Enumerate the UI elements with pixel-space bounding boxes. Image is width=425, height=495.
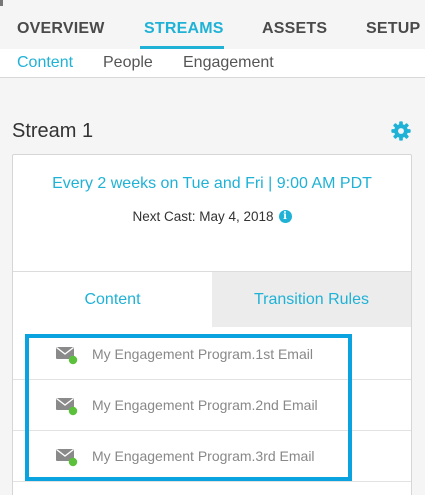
window-top-strip — [0, 0, 425, 8]
tab-assets[interactable]: ASSETS — [262, 20, 327, 38]
gear-icon[interactable] — [390, 120, 412, 142]
highlight-annotation-box — [25, 334, 352, 481]
subtab-content[interactable]: Content — [17, 54, 73, 72]
tab-streams[interactable]: STREAMS — [144, 20, 224, 38]
subtab-people[interactable]: People — [103, 54, 153, 72]
card-tab-content[interactable]: Content — [13, 272, 212, 327]
sub-tab-bar: Content People Engagement — [0, 49, 425, 78]
card-tab-transition-rules-label: Transition Rules — [253, 290, 369, 308]
scroll-edge-marker — [0, 0, 3, 6]
next-cast-date: May 4, 2018 — [199, 209, 274, 224]
stream-schedule[interactable]: Every 2 weeks on Tue and Fri | 9:00 AM P… — [13, 175, 411, 193]
card-tab-bar: Content Transition Rules — [13, 271, 411, 327]
next-cast: Next Cast: May 4, 2018 i — [13, 209, 411, 224]
subtab-engagement[interactable]: Engagement — [183, 54, 274, 72]
tab-overview[interactable]: OVERVIEW — [17, 20, 105, 38]
card-tab-transition-rules[interactable]: Transition Rules — [212, 272, 411, 327]
card-tab-content-label: Content — [84, 290, 141, 308]
tab-setup[interactable]: SETUP — [366, 20, 420, 38]
info-icon[interactable]: i — [278, 210, 292, 223]
main-tab-bar: OVERVIEW STREAMS ASSETS SETUP — [0, 8, 425, 49]
next-cast-label: Next Cast: — [132, 209, 196, 224]
stream-title: Stream 1 — [12, 120, 94, 142]
stream-header: Stream 1 — [12, 120, 412, 146]
